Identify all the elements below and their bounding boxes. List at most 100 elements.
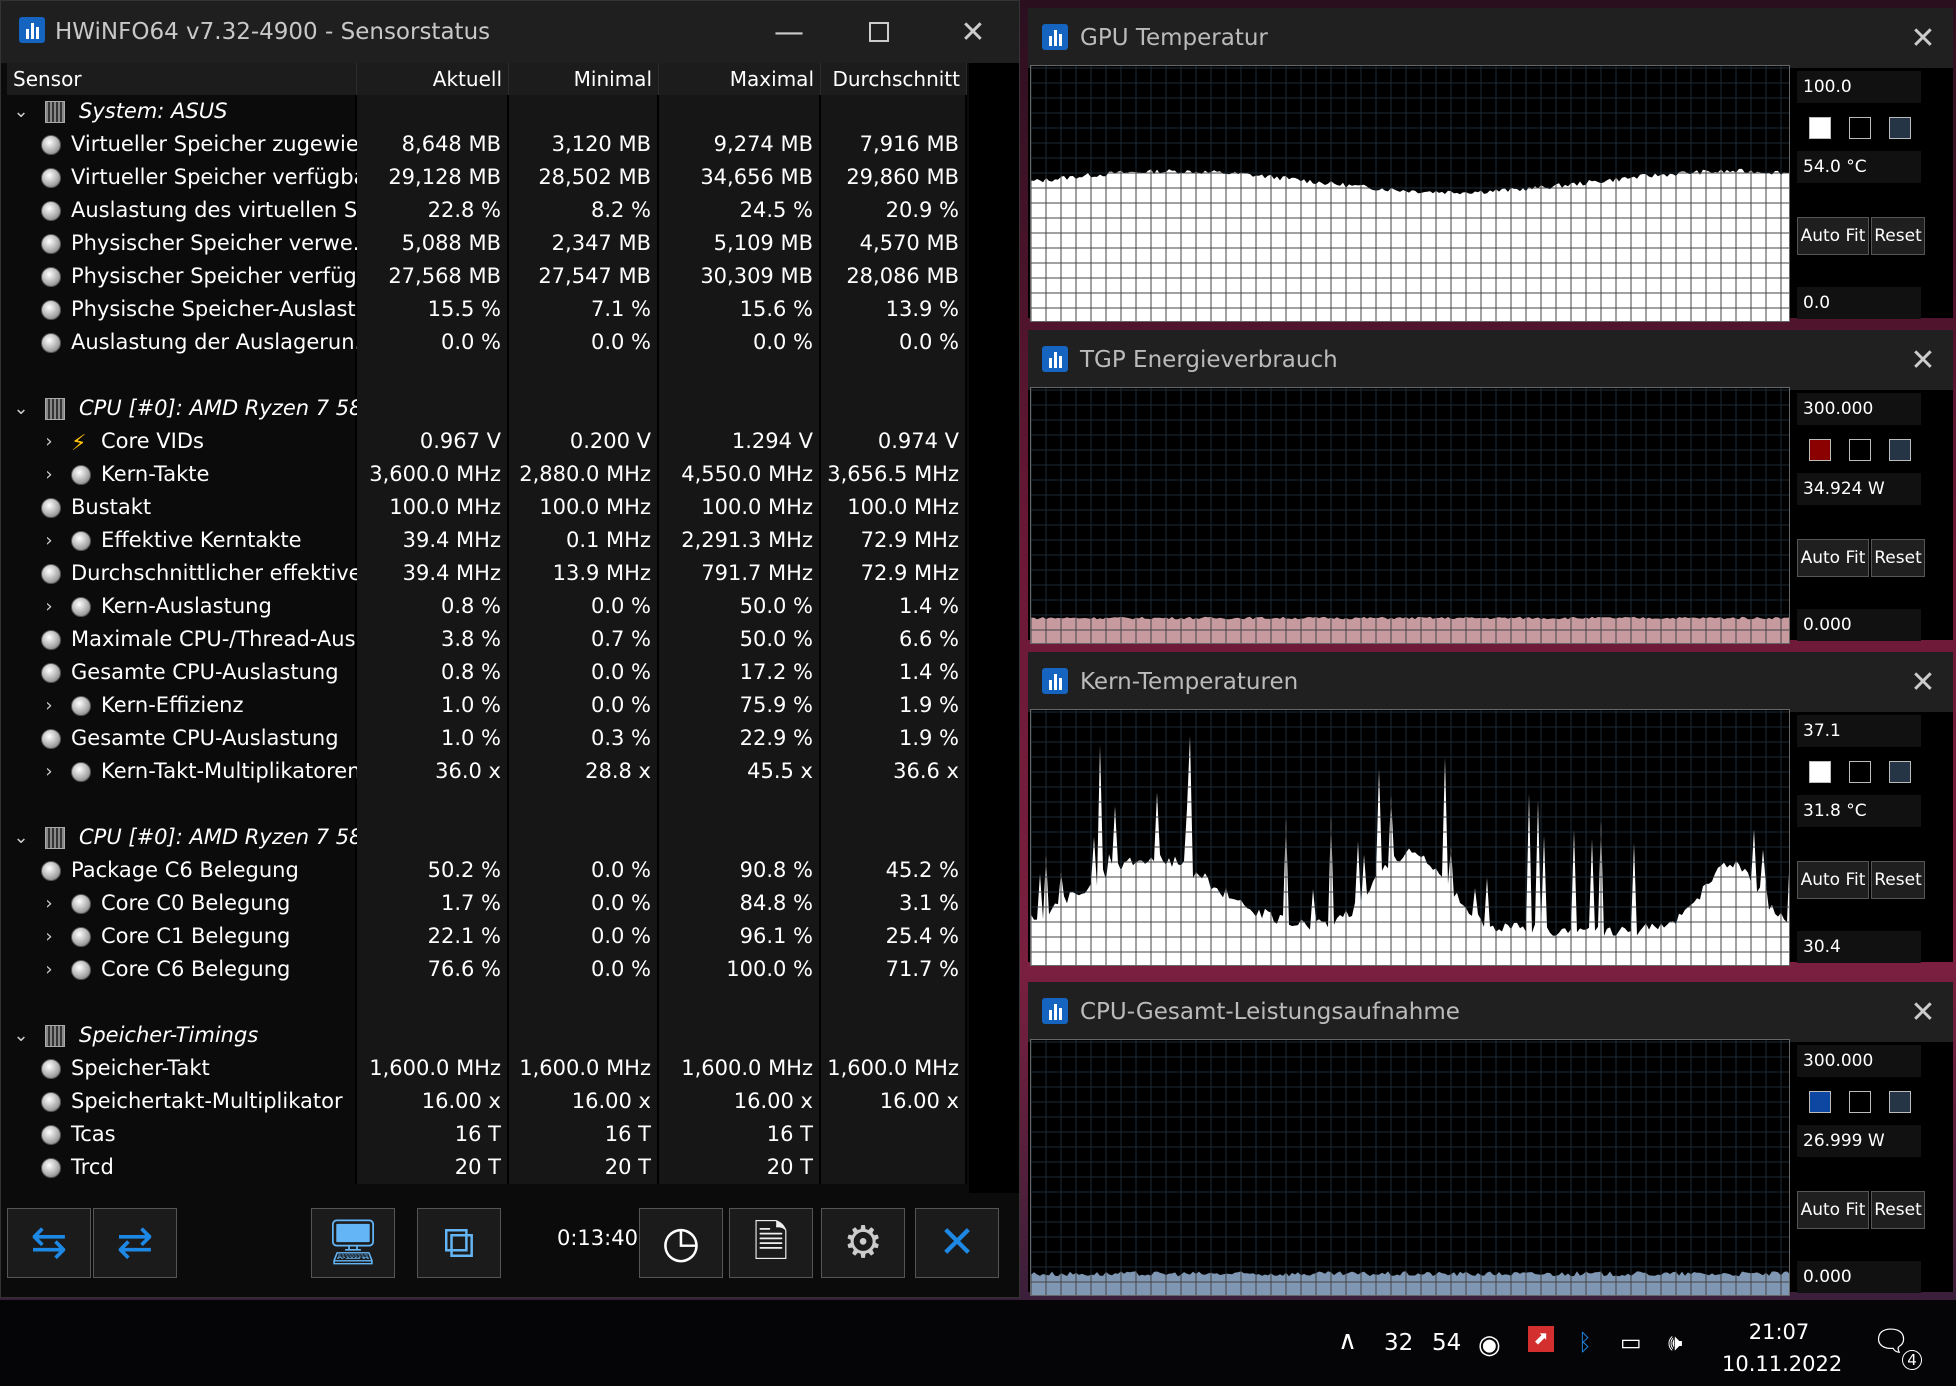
series-color-swatch[interactable] (1809, 1091, 1831, 1113)
clock-date[interactable]: 10.11.2022 (1722, 1352, 1842, 1376)
reset-button[interactable]: Reset (1871, 1191, 1925, 1229)
background-color-swatch[interactable] (1849, 439, 1871, 461)
graph-min-value[interactable]: 30.4 (1797, 931, 1921, 963)
graph-max-value[interactable]: 37.1 (1797, 715, 1921, 747)
sensor-group-row[interactable]: ⌄ CPU [#0]: AMD Ryzen 7 58... (7, 821, 967, 854)
sensor-row[interactable]: Durchschnittlicher effektive... 39.4 MHz 1… (7, 557, 967, 590)
sensor-row[interactable]: › Kern-Auslastung 0.8 % 0.0 % 50.0 % 1.4 % (7, 590, 967, 623)
expand-chevron-icon[interactable]: › (39, 458, 59, 491)
collapse-arrows-icon[interactable]: ⇄ (93, 1208, 177, 1278)
sensor-row[interactable]: › Core C1 Belegung 22.1 % 0.0 % 96.1 % 25.4 % (7, 920, 967, 953)
graph-titlebar[interactable]: Kern-Temperaturen ✕ (1028, 652, 1953, 712)
network-icon[interactable]: ▭ (1620, 1330, 1642, 1356)
graph-plot-area[interactable] (1030, 709, 1790, 966)
sensor-row[interactable]: Tcas 16 T 16 T 16 T (7, 1118, 967, 1151)
graph-min-value[interactable]: 0.000 (1797, 609, 1921, 641)
graph-max-value[interactable]: 100.0 (1797, 71, 1921, 103)
sensor-row[interactable]: Auslastung des virtuellen S... 22.8 % 8.2 … (7, 194, 967, 227)
graph-max-value[interactable]: 300.000 (1797, 1045, 1921, 1077)
auto-fit-button[interactable]: Auto Fit (1797, 539, 1869, 577)
main-titlebar[interactable]: HWiNFO64 v7.32-4900 - Sensorstatus — ✕ (1, 1, 1019, 63)
sensor-group-row[interactable]: ⌄ Speicher-Timings (7, 1019, 967, 1052)
reset-button[interactable]: Reset (1871, 539, 1925, 577)
background-color-swatch[interactable] (1849, 117, 1871, 139)
graph-min-value[interactable]: 0.0 (1797, 287, 1921, 319)
sensor-row[interactable]: › ⚡ Core VIDs 0.967 V 0.200 V 1.294 V 0.974 V (7, 425, 967, 458)
grid-color-swatch[interactable] (1889, 439, 1911, 461)
sensor-row[interactable]: Trcd 20 T 20 T 20 T (7, 1151, 967, 1184)
col-durchschnitt[interactable]: Durchschnitt (821, 63, 967, 95)
expand-chevron-icon[interactable]: › (39, 920, 59, 953)
sensor-row[interactable]: Virtueller Speicher verfügbar 29,128 MB 28… (7, 161, 967, 194)
tray-value-2[interactable]: 54 (1432, 1330, 1461, 1356)
add-log-icon[interactable]: 🗎 (729, 1208, 813, 1278)
steam-icon[interactable]: ◉ (1478, 1330, 1501, 1360)
sensor-row[interactable]: Physische Speicher-Auslast... 15.5 % 7.1 %… (7, 293, 967, 326)
col-maximal[interactable]: Maximal (659, 63, 821, 95)
reset-button[interactable]: Reset (1871, 861, 1925, 899)
sensor-row[interactable]: › Core C6 Belegung 76.6 % 0.0 % 100.0 % 71.7 … (7, 953, 967, 986)
col-sensor[interactable]: Sensor (7, 63, 357, 95)
graph-titlebar[interactable]: TGP Energieverbrauch ✕ (1028, 330, 1953, 390)
sensor-group-row[interactable]: ⌄ CPU [#0]: AMD Ryzen 7 58... (7, 392, 967, 425)
graph-plot-area[interactable] (1030, 1039, 1790, 1296)
auto-fit-button[interactable]: Auto Fit (1797, 861, 1869, 899)
sensor-row[interactable]: Physischer Speicher verfüg... 27,568 MB 27… (7, 260, 967, 293)
graph-max-value[interactable]: 300.000 (1797, 393, 1921, 425)
expand-chevron-icon[interactable]: ⌄ (11, 821, 31, 854)
graph-plot-area[interactable] (1030, 65, 1790, 322)
series-color-swatch[interactable] (1809, 439, 1831, 461)
close-button[interactable]: ✕ (941, 1, 1005, 63)
sensor-row[interactable]: › Kern-Takte 3,600.0 MHz 2,880.0 MHz 4,550.0… (7, 458, 967, 491)
graph-close-button[interactable]: ✕ (1893, 8, 1953, 68)
expand-chevron-icon[interactable]: › (39, 887, 59, 920)
settings-gear-icon[interactable]: ⚙ (821, 1208, 905, 1278)
sensor-row[interactable]: Virtueller Speicher zugewie... 8,648 MB 3,… (7, 128, 967, 161)
auto-fit-button[interactable]: Auto Fit (1797, 217, 1869, 255)
grid-color-swatch[interactable] (1889, 761, 1911, 783)
sensor-row[interactable]: Maximale CPU-/Thread-Aus... 3.8 % 0.7 % 50.… (7, 623, 967, 656)
graph-close-button[interactable]: ✕ (1893, 330, 1953, 390)
reset-button[interactable]: Reset (1871, 217, 1925, 255)
expand-chevron-icon[interactable]: › (39, 524, 59, 557)
background-color-swatch[interactable] (1849, 761, 1871, 783)
expand-chevron-icon[interactable]: ⌄ (11, 392, 31, 425)
graph-plot-area[interactable] (1030, 387, 1790, 644)
graph-titlebar[interactable]: CPU-Gesamt-Leistungsaufnahme ✕ (1028, 982, 1953, 1042)
series-color-swatch[interactable] (1809, 761, 1831, 783)
expand-chevron-icon[interactable]: › (39, 590, 59, 623)
minimize-button[interactable]: — (757, 1, 821, 63)
expand-chevron-icon[interactable]: › (39, 425, 59, 458)
sensor-row[interactable]: › Kern-Takt-Multiplikatoren 36.0 x 28.8 x 45… (7, 755, 967, 788)
sensor-row[interactable]: Physischer Speicher verwe... 5,088 MB 2,34… (7, 227, 967, 260)
amd-icon[interactable]: ⬈ (1528, 1326, 1554, 1352)
grid-color-swatch[interactable] (1889, 1091, 1911, 1113)
sensor-row[interactable]: Gesamte CPU-Auslastung 1.0 % 0.3 % 22.9 % 1.… (7, 722, 967, 755)
sensor-group-row[interactable]: ⌄ System: ASUS (7, 95, 967, 128)
chevron-up-icon[interactable]: ∧ (1338, 1326, 1357, 1356)
sensor-row[interactable]: Gesamte CPU-Auslastung 0.8 % 0.0 % 17.2 % 1.… (7, 656, 967, 689)
clock-icon[interactable]: ◷ (639, 1208, 723, 1278)
sensor-row[interactable]: Bustakt 100.0 MHz 100.0 MHz 100.0 MHz 100.0 … (7, 491, 967, 524)
tray-value-1[interactable]: 32 (1384, 1330, 1413, 1356)
expand-chevron-icon[interactable]: › (39, 953, 59, 986)
grid-color-swatch[interactable] (1889, 117, 1911, 139)
graph-min-value[interactable]: 0.000 (1797, 1261, 1921, 1293)
col-aktuell[interactable]: Aktuell (357, 63, 509, 95)
sensor-row[interactable]: › Core C0 Belegung 1.7 % 0.0 % 84.8 % 3.1 % (7, 887, 967, 920)
expand-chevron-icon[interactable]: › (39, 755, 59, 788)
expand-chevron-icon[interactable]: ⌄ (11, 95, 31, 128)
expand-chevron-icon[interactable]: ⌄ (11, 1019, 31, 1052)
bluetooth-icon[interactable]: ᛒ (1578, 1330, 1592, 1356)
clock-time[interactable]: 21:07 (1722, 1320, 1836, 1344)
col-minimal[interactable]: Minimal (509, 63, 659, 95)
sensor-list[interactable]: ⌄ System: ASUS Virtueller Speicher zugewie… (7, 95, 967, 1193)
sensor-row[interactable]: Speichertakt-Multiplikator 16.00 x 16.00 x… (7, 1085, 967, 1118)
network-computers-icon[interactable]: ⧉ (417, 1208, 501, 1278)
sensor-row[interactable]: › Effektive Kerntakte 39.4 MHz 0.1 MHz 2,291… (7, 524, 967, 557)
volume-icon[interactable]: 🕪 (1668, 1330, 1683, 1356)
auto-fit-button[interactable]: Auto Fit (1797, 1191, 1869, 1229)
graph-titlebar[interactable]: GPU Temperatur ✕ (1028, 8, 1953, 68)
sensor-row[interactable]: › Kern-Effizienz 1.0 % 0.0 % 75.9 % 1.9 % (7, 689, 967, 722)
expand-arrows-icon[interactable]: ⇆ (7, 1208, 91, 1278)
